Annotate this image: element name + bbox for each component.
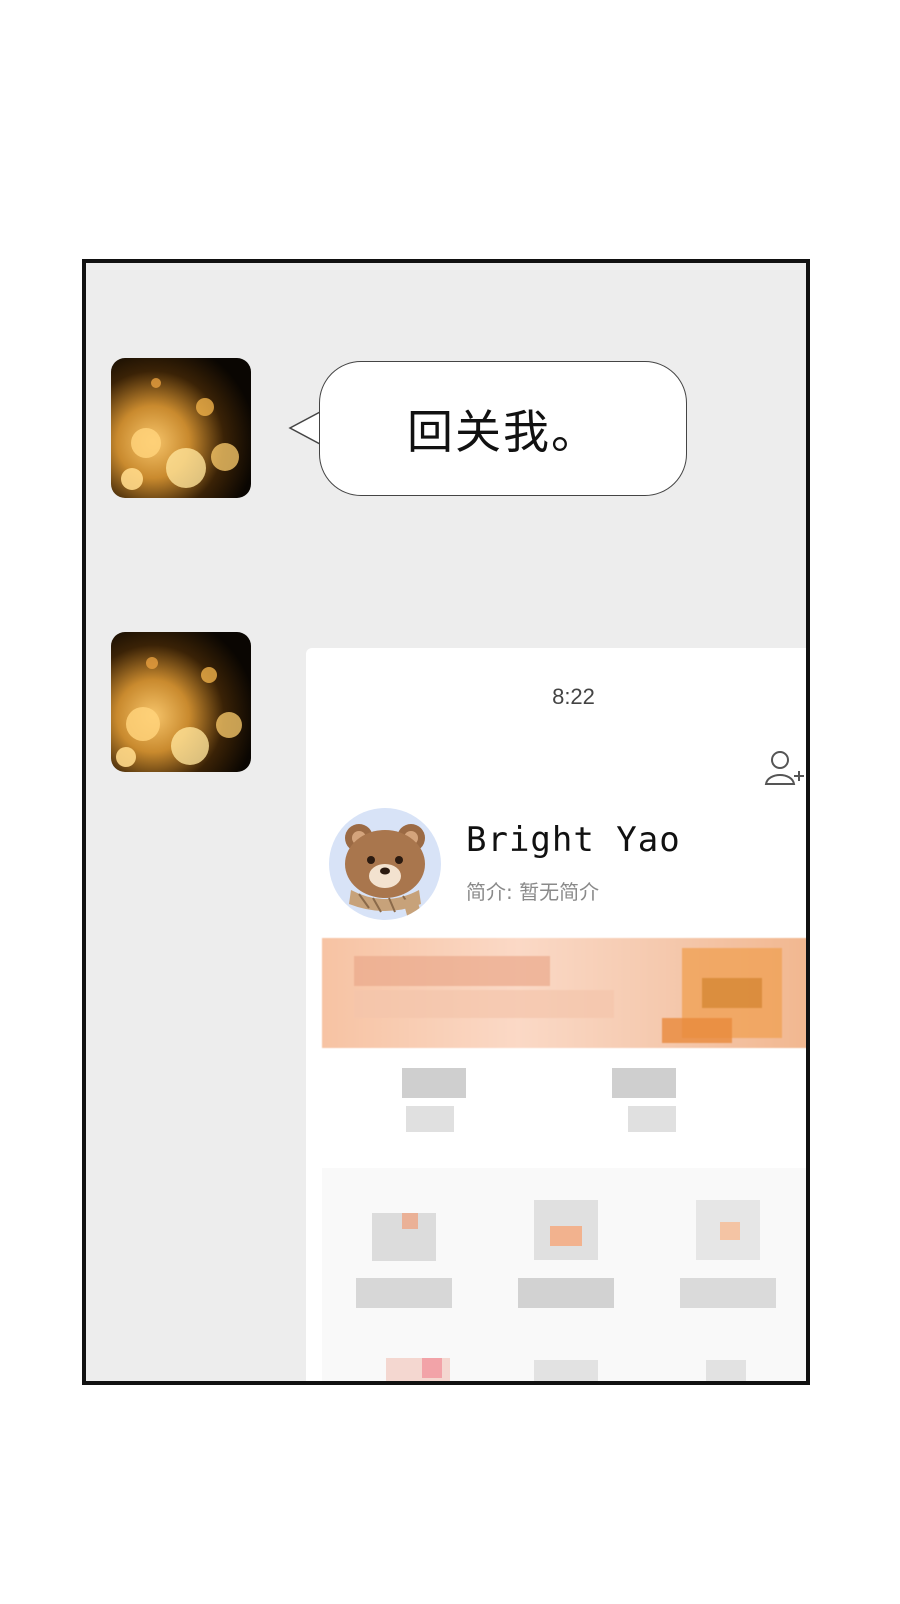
profile-name: Bright Yao: [466, 820, 681, 860]
mosaic-block: [720, 1222, 740, 1240]
mosaic-block: [356, 1278, 452, 1308]
sparkle: [131, 428, 161, 458]
blurred-banner[interactable]: [322, 938, 806, 1048]
message-text: 回关我。: [407, 404, 599, 459]
shared-screenshot[interactable]: 8:22 Bright Yao 简介: 暂无简介: [306, 648, 806, 1381]
bear-avatar-drawing: [345, 824, 425, 918]
profile-bio: 简介: 暂无简介: [466, 880, 600, 904]
message-bubble[interactable]: 回关我。: [319, 361, 687, 496]
status-time: 8:22: [552, 684, 595, 709]
mosaic-block: [534, 1360, 598, 1381]
mosaic-block: [406, 1106, 454, 1132]
mosaic-block: [702, 978, 762, 1008]
mosaic-block: [628, 1106, 676, 1132]
sparkle: [121, 468, 143, 490]
add-friend-icon[interactable]: [764, 748, 804, 788]
sparkle: [126, 707, 160, 741]
sparkle: [201, 667, 217, 683]
sparkle: [196, 398, 214, 416]
mosaic-block: [612, 1068, 676, 1098]
mosaic-block: [354, 990, 614, 1018]
sender-avatar[interactable]: [111, 358, 251, 498]
sparkle: [146, 657, 158, 669]
mosaic-block: [680, 1278, 776, 1308]
sparkle: [171, 727, 209, 765]
sparkle: [216, 712, 242, 738]
mosaic-block: [422, 1358, 442, 1378]
bear-avatar-icon[interactable]: [329, 808, 441, 920]
sparkle: [211, 443, 239, 471]
mosaic-block: [402, 1213, 418, 1229]
mosaic-block: [518, 1278, 614, 1308]
chat-panel: 回关我。 8:22 Bright Yao 简介: 暂无简介: [82, 259, 810, 1385]
sparkle: [116, 747, 136, 767]
sparkle: [166, 448, 206, 488]
mosaic-block: [402, 1068, 466, 1098]
mosaic-block: [706, 1360, 746, 1381]
sender-avatar[interactable]: [111, 632, 251, 772]
mosaic-block: [550, 1226, 582, 1246]
mosaic-block: [662, 1018, 732, 1043]
sparkle: [151, 378, 161, 388]
mosaic-block: [354, 956, 550, 986]
